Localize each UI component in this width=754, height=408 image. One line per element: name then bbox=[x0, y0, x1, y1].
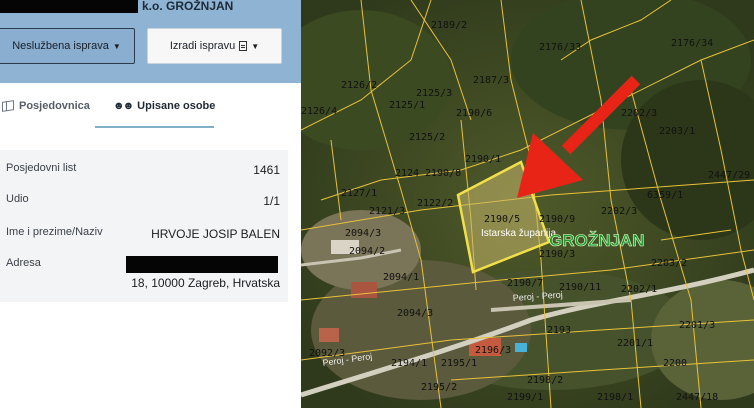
parcel-number-label: 2201/1 bbox=[617, 338, 653, 349]
property-panel: k.o. GROŽNJAN Neslužbena isprava ▼ Izrad… bbox=[0, 0, 301, 408]
tab-posjedovnica-label: Posjedovnica bbox=[19, 99, 90, 112]
panel-header: k.o. GROŽNJAN Neslužbena isprava ▼ Izrad… bbox=[0, 0, 301, 83]
parcel-number-label: 2122/2 bbox=[417, 198, 453, 209]
detail-value: HRVOJE JOSIP BALEN bbox=[151, 227, 280, 241]
caret-down-icon: ▼ bbox=[251, 41, 260, 51]
pool bbox=[515, 343, 527, 352]
building bbox=[319, 328, 339, 342]
parcel-number-label: 2094/3 bbox=[397, 308, 433, 319]
parcel-number-label: 2447/18 bbox=[676, 392, 718, 403]
cadastral-municipality-title: k.o. GROŽNJAN bbox=[142, 0, 234, 13]
document-icon bbox=[239, 41, 248, 51]
parcel-number-label: 2196/3 bbox=[475, 345, 511, 356]
cadastral-map[interactable]: 2189/2 2176/33 2176/34 2126/2 2187/3 2125/3 21… bbox=[301, 0, 754, 408]
unofficial-document-label: Neslužbena isprava bbox=[12, 40, 109, 52]
create-document-button[interactable]: Izradi ispravu ▼ bbox=[147, 28, 282, 64]
detail-key: Udio bbox=[6, 193, 29, 205]
parcel-number-label: 2194/1 bbox=[391, 358, 427, 369]
parcel-number-label: 2195/1 bbox=[441, 358, 477, 369]
parcel-number-label: 2125/3 bbox=[416, 88, 452, 99]
active-tab-indicator bbox=[95, 126, 214, 128]
caret-down-icon: ▼ bbox=[112, 41, 121, 51]
address-value: 18, 10000 Zagreb, Hrvatska bbox=[131, 276, 280, 290]
detail-key: Posjedovni list bbox=[6, 162, 77, 174]
building bbox=[351, 282, 377, 298]
owner-details-card: Posjedovni list 1461 Udio 1/1 Ime i prez… bbox=[0, 150, 288, 302]
parcel-number-label: 2190/1 bbox=[465, 154, 501, 165]
parcel-number-label: 2126/4 bbox=[301, 106, 337, 117]
parcel-number-label: 2202/1 bbox=[621, 284, 657, 295]
parcel-number-label: 2125/1 bbox=[389, 100, 425, 111]
parcel-number-label: 2189/2 bbox=[431, 20, 467, 31]
parcel-number-label: 2202/3 bbox=[601, 206, 637, 217]
parcel-number-label: 2176/34 bbox=[671, 38, 713, 49]
parcel-number-label: 2202/3 bbox=[621, 108, 657, 119]
parcel-number-label: 2201/3 bbox=[679, 320, 715, 331]
parcel-number-label: 2094/3 bbox=[345, 228, 381, 239]
parcel-number-label: 2190/9 bbox=[539, 214, 575, 225]
tab-bar: Posjedovnica ☻☻ Upisane osobe bbox=[0, 83, 301, 128]
unofficial-document-button[interactable]: Neslužbena isprava ▼ bbox=[0, 28, 135, 64]
parcel-number-label: 2195/2 bbox=[421, 382, 457, 393]
parcel-number-label: 2198/1 bbox=[597, 392, 633, 403]
parcel-number-label: 2198/2 bbox=[527, 375, 563, 386]
parcel-number-label: 2193 bbox=[547, 325, 571, 336]
map-icon bbox=[2, 99, 14, 112]
parcel-number-label: 2094/1 bbox=[383, 272, 419, 283]
parcel-number-label: 2190/6 bbox=[456, 108, 492, 119]
parcel-number-label: 2199/1 bbox=[507, 392, 543, 403]
parcel-number-label: 2203/2 bbox=[651, 258, 687, 269]
detail-value: 1461 bbox=[253, 163, 280, 177]
town-label: GROŽNJAN bbox=[549, 231, 644, 250]
parcel-number-label: 2125/2 bbox=[409, 132, 445, 143]
tab-upisane-osobe[interactable]: ☻☻ Upisane osobe bbox=[113, 83, 215, 128]
parcel-number-label: 2447/29 bbox=[708, 170, 750, 181]
parcel-number-label: 2126/2 bbox=[341, 80, 377, 91]
detail-value: 1/1 bbox=[263, 194, 280, 208]
parcel-number-label: 2190/11 bbox=[559, 282, 601, 293]
create-document-label: Izradi ispravu bbox=[169, 40, 236, 52]
map-canvas[interactable]: 2189/22176/33 2176/342126/2 2187/32125/321… bbox=[301, 0, 754, 408]
redacted-address-block bbox=[126, 256, 278, 273]
region-label: Istarska županija bbox=[481, 228, 556, 239]
parcel-number-label: 2094/2 bbox=[349, 246, 385, 257]
parcel-number-label: 2203/1 bbox=[659, 126, 695, 137]
parcel-number-label: 2190/7 bbox=[507, 278, 543, 289]
parcel-number-label: 2176/33 bbox=[539, 42, 581, 53]
detail-key: Adresa bbox=[6, 257, 41, 269]
tab-posjedovnica[interactable]: Posjedovnica bbox=[2, 83, 90, 128]
parcel-number-label: 2190/5 bbox=[484, 214, 520, 225]
parcel-number-label: 2124 bbox=[395, 168, 419, 179]
parcel-number-label: 2190/3 bbox=[539, 249, 575, 260]
parcel-number-label: 2121/3 bbox=[369, 206, 405, 217]
tab-upisane-osobe-label: Upisane osobe bbox=[137, 99, 216, 112]
people-icon: ☻☻ bbox=[113, 99, 134, 112]
parcel-number-label: 6359/1 bbox=[647, 190, 683, 201]
redacted-title-block bbox=[0, 0, 138, 13]
detail-key: Ime i prezime/Naziv bbox=[6, 226, 103, 238]
parcel-number-label: 2200 bbox=[663, 358, 687, 369]
parcel-number-label: 2187/3 bbox=[473, 75, 509, 86]
parcel-number-label: 2127/1 bbox=[341, 188, 377, 199]
parcel-number-label: 2190/8 bbox=[425, 168, 461, 179]
